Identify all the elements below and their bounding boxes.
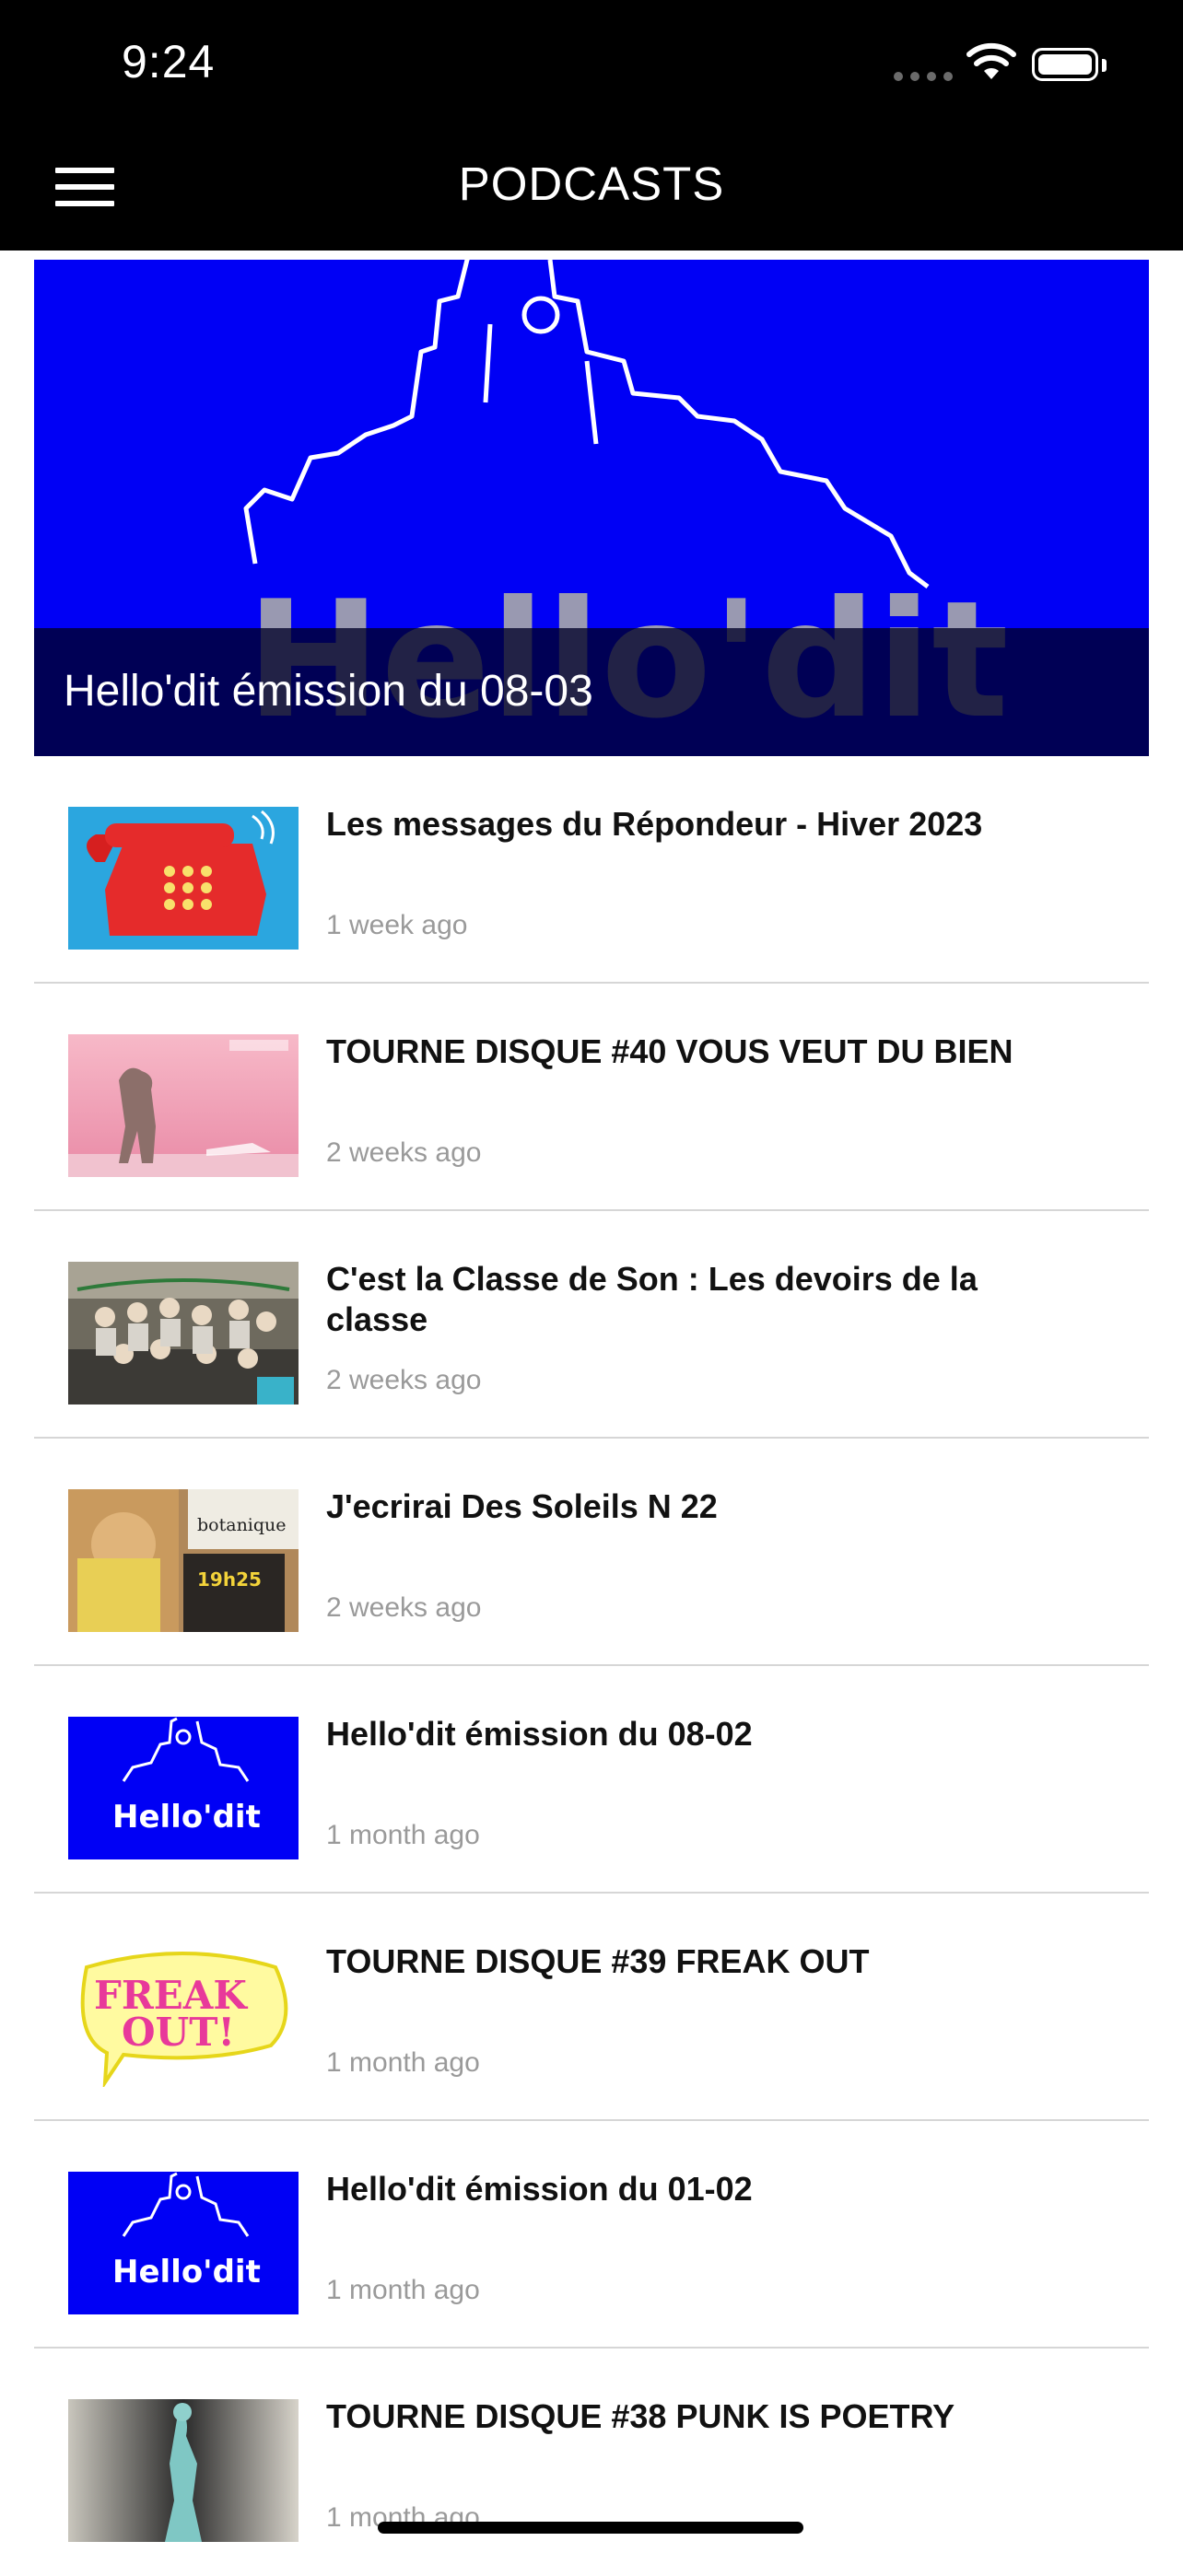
episode-list: Les messages du Répondeur - Hiver 2023 1…	[34, 756, 1149, 2576]
episode-thumbnail: Hello'dit	[68, 1717, 299, 1859]
list-item[interactable]: TOURNE DISQUE #40 VOUS VEUT DU BIEN 2 we…	[34, 984, 1149, 1211]
home-indicator[interactable]	[378, 2522, 803, 2534]
episode-thumbnail	[68, 2399, 299, 2542]
episode-thumbnail	[68, 1034, 299, 1177]
list-item[interactable]: C'est la Classe de Son : Les devoirs de …	[34, 1211, 1149, 1439]
list-item[interactable]: FREAK OUT! TOURNE DISQUE #39 FREAK OUT 1…	[34, 1894, 1149, 2121]
wifi-icon	[966, 42, 1016, 79]
battery-icon	[1032, 48, 1098, 81]
episode-thumbnail	[68, 1262, 299, 1405]
battery-tip-icon	[1102, 59, 1107, 72]
thumb-text-hellodit: Hello'dit	[112, 1799, 261, 1836]
episode-date: 2 weeks ago	[326, 1137, 482, 1168]
list-item[interactable]: TOURNE DISQUE #38 PUNK IS POETRY 1 month…	[34, 2349, 1149, 2576]
episode-thumbnail: FREAK OUT!	[68, 1944, 299, 2087]
featured-title: Hello'dit émission du 08-03	[64, 667, 593, 716]
episode-title: TOURNE DISQUE #38 PUNK IS POETRY	[326, 2397, 955, 2435]
episode-date: 1 month ago	[326, 1820, 480, 1850]
featured-caption-bar: Hello'dit émission du 08-03	[34, 628, 1149, 756]
episode-title: J'ecrirai Des Soleils N 22	[326, 1487, 718, 1525]
episode-date: 1 week ago	[326, 910, 468, 940]
episode-date: 1 month ago	[326, 2047, 480, 2078]
cellular-signal-icon	[894, 72, 953, 81]
episode-thumbnail: Hello'dit	[68, 2172, 299, 2314]
episode-title: TOURNE DISQUE #40 VOUS VEUT DU BIEN	[326, 1032, 1013, 1070]
thumb-text-out: OUT!	[122, 2010, 235, 2055]
list-item[interactable]: botanique 19h25 J'ecrirai Des Soleils N …	[34, 1439, 1149, 1666]
page-title: PODCASTS	[458, 157, 725, 210]
episode-title: Les messages du Répondeur - Hiver 2023	[326, 805, 983, 843]
thumb-text-hellodit: Hello'dit	[112, 2254, 261, 2290]
episode-date: 2 weeks ago	[326, 1365, 482, 1395]
thumb-text-time: 19h25	[197, 1568, 262, 1591]
episode-date: 1 month ago	[326, 2275, 480, 2305]
episode-thumbnail	[68, 807, 299, 950]
list-item[interactable]: Hello'dit Hello'dit émission du 01-02 1 …	[34, 2121, 1149, 2349]
status-time: 9:24	[122, 36, 216, 87]
episode-date: 2 weeks ago	[326, 1592, 482, 1623]
thumb-text-botanique: botanique	[197, 1515, 287, 1535]
list-item[interactable]: Hello'dit Hello'dit émission du 08-02 1 …	[34, 1666, 1149, 1894]
episode-title: Hello'dit émission du 01-02	[326, 2170, 753, 2208]
list-item[interactable]: Les messages du Répondeur - Hiver 2023 1…	[34, 756, 1149, 984]
featured-episode-card[interactable]: Hello'dit Hello'dit émission du 08-03	[34, 260, 1149, 756]
episode-title: C'est la Classe de Son : Les devoirs de …	[326, 1260, 978, 1338]
episode-thumbnail: botanique 19h25	[68, 1489, 299, 1632]
episode-title: TOURNE DISQUE #39 FREAK OUT	[326, 1942, 870, 1980]
app-header: 9:24 PODCASTS	[0, 0, 1183, 251]
episode-title: Hello'dit émission du 08-02	[326, 1715, 753, 1753]
